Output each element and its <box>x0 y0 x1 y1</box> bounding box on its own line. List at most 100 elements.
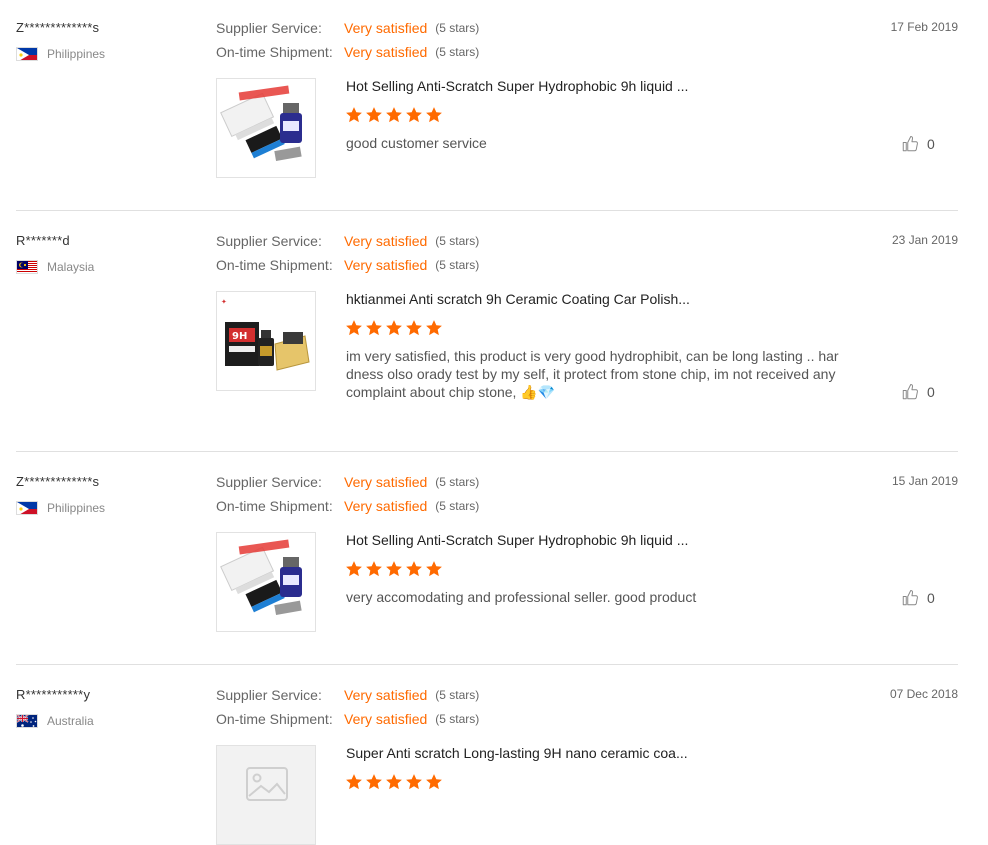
star-icon <box>346 774 362 790</box>
product-title-link[interactable]: Super Anti scratch Long-lasting 9H nano … <box>346 745 688 761</box>
philippines-flag-icon <box>16 501 38 515</box>
star-icon <box>406 561 422 577</box>
buyer-country: Malaysia <box>16 259 94 275</box>
review-divider <box>16 664 958 665</box>
star-icon <box>406 107 422 123</box>
product-title-link[interactable]: Hot Selling Anti-Scratch Super Hydrophob… <box>346 78 688 94</box>
supplier-service-stars: (5 stars) <box>435 475 480 489</box>
star-icon <box>366 561 382 577</box>
image-placeholder-icon <box>217 746 315 844</box>
supplier-service-rating: Supplier Service: Very satisfied (5 star… <box>216 474 479 490</box>
star-icon <box>346 107 362 123</box>
review-date: 07 Dec 2018 <box>889 687 958 701</box>
star-icon <box>366 774 382 790</box>
buyer-name: Z*************s <box>16 20 100 35</box>
review-divider <box>16 451 958 452</box>
ceramic-coating-kit-image <box>217 533 315 631</box>
ontime-shipment-label: On-time Shipment: <box>216 711 333 727</box>
star-icon <box>426 107 442 123</box>
star-icon <box>386 561 402 577</box>
helpful-button[interactable]: 0 <box>901 589 935 607</box>
review-item: Z*************s Philippines Supplier Ser… <box>16 20 958 190</box>
ontime-shipment-value: Very satisfied <box>344 498 428 514</box>
product-title-link[interactable]: hktianmei Anti scratch 9h Ceramic Coatin… <box>346 291 690 307</box>
country-name: Philippines <box>47 501 106 515</box>
thumbs-up-emoji-icon: 👍 <box>520 384 538 400</box>
supplier-service-label: Supplier Service: <box>216 233 322 249</box>
supplier-service-value: Very satisfied <box>344 20 428 36</box>
ontime-shipment-rating: On-time Shipment: Very satisfied (5 star… <box>216 498 479 514</box>
supplier-service-value: Very satisfied <box>344 474 428 490</box>
ontime-shipment-value: Very satisfied <box>344 257 428 273</box>
buyer-name: R***********y <box>16 687 91 702</box>
rating-stars <box>345 106 443 124</box>
svg-text:✦: ✦ <box>221 298 227 306</box>
thumbs-up-icon <box>902 590 918 606</box>
philippines-flag-icon <box>16 47 38 61</box>
ceramic-coating-kit-image <box>217 79 315 177</box>
product-thumbnail[interactable] <box>216 745 316 845</box>
star-icon <box>426 774 442 790</box>
buyer-name: Z*************s <box>16 474 100 489</box>
supplier-service-value: Very satisfied <box>344 687 428 703</box>
review-text-body: im very satisfied, this product is very … <box>346 348 839 400</box>
review-divider <box>16 210 958 211</box>
ontime-shipment-label: On-time Shipment: <box>216 257 333 273</box>
supplier-service-stars: (5 stars) <box>435 234 480 248</box>
helpful-count: 0 <box>927 590 935 606</box>
rating-stars <box>345 560 443 578</box>
country-name: Australia <box>47 714 94 728</box>
helpful-button[interactable]: 0 <box>901 383 935 401</box>
supplier-service-label: Supplier Service: <box>216 687 322 703</box>
product-thumbnail[interactable]: 9H ✦ <box>216 291 316 391</box>
country-name: Philippines <box>47 47 106 61</box>
ontime-shipment-stars: (5 stars) <box>435 258 480 272</box>
buyer-name: R*******d <box>16 233 70 248</box>
star-icon <box>366 320 382 336</box>
helpful-button[interactable]: 0 <box>901 135 935 153</box>
product-thumbnail[interactable] <box>216 532 316 632</box>
review-text: im very satisfied, this product is very … <box>346 347 846 401</box>
review-text: good customer service <box>346 135 487 151</box>
review-item: R*******d Malaysia Supplier Service: Ver… <box>16 233 958 433</box>
review-item: R***********y Australia Supplier Service… <box>16 687 958 845</box>
supplier-service-rating: Supplier Service: Very satisfied (5 star… <box>216 687 479 703</box>
ontime-shipment-stars: (5 stars) <box>435 712 480 726</box>
supplier-service-label: Supplier Service: <box>216 20 322 36</box>
gem-emoji-icon: 💎 <box>537 384 556 400</box>
svg-text:9H: 9H <box>232 331 247 342</box>
star-icon <box>426 320 442 336</box>
supplier-service-label: Supplier Service: <box>216 474 322 490</box>
review-date: 17 Feb 2019 <box>890 20 958 34</box>
ontime-shipment-rating: On-time Shipment: Very satisfied (5 star… <box>216 711 479 727</box>
rating-stars <box>345 319 443 337</box>
review-date: 15 Jan 2019 <box>891 474 958 488</box>
ontime-shipment-value: Very satisfied <box>344 44 428 60</box>
star-icon <box>426 561 442 577</box>
supplier-service-value: Very satisfied <box>344 233 428 249</box>
star-icon <box>406 320 422 336</box>
ontime-shipment-stars: (5 stars) <box>435 45 480 59</box>
thumbs-up-icon <box>902 384 918 400</box>
ontime-shipment-rating: On-time Shipment: Very satisfied (5 star… <box>216 257 479 273</box>
helpful-count: 0 <box>927 136 935 152</box>
product-thumbnail[interactable] <box>216 78 316 178</box>
ontime-shipment-rating: On-time Shipment: Very satisfied (5 star… <box>216 44 479 60</box>
supplier-service-rating: Supplier Service: Very satisfied (5 star… <box>216 233 479 249</box>
ontime-shipment-label: On-time Shipment: <box>216 498 333 514</box>
country-name: Malaysia <box>47 260 95 274</box>
australia-flag-icon <box>16 714 38 728</box>
helpful-count: 0 <box>927 384 935 400</box>
star-icon <box>386 107 402 123</box>
thumbs-up-icon <box>902 136 918 152</box>
buyer-country: Philippines <box>16 46 105 62</box>
supplier-service-rating: Supplier Service: Very satisfied (5 star… <box>216 20 479 36</box>
review-text: very accomodating and professional selle… <box>346 589 697 605</box>
review-item: Z*************s Philippines Supplier Ser… <box>16 474 958 644</box>
star-icon <box>386 774 402 790</box>
buyer-country: Philippines <box>16 500 105 516</box>
star-icon <box>386 320 402 336</box>
product-title-link[interactable]: Hot Selling Anti-Scratch Super Hydrophob… <box>346 532 688 548</box>
malaysia-flag-icon <box>16 260 38 274</box>
star-icon <box>346 320 362 336</box>
